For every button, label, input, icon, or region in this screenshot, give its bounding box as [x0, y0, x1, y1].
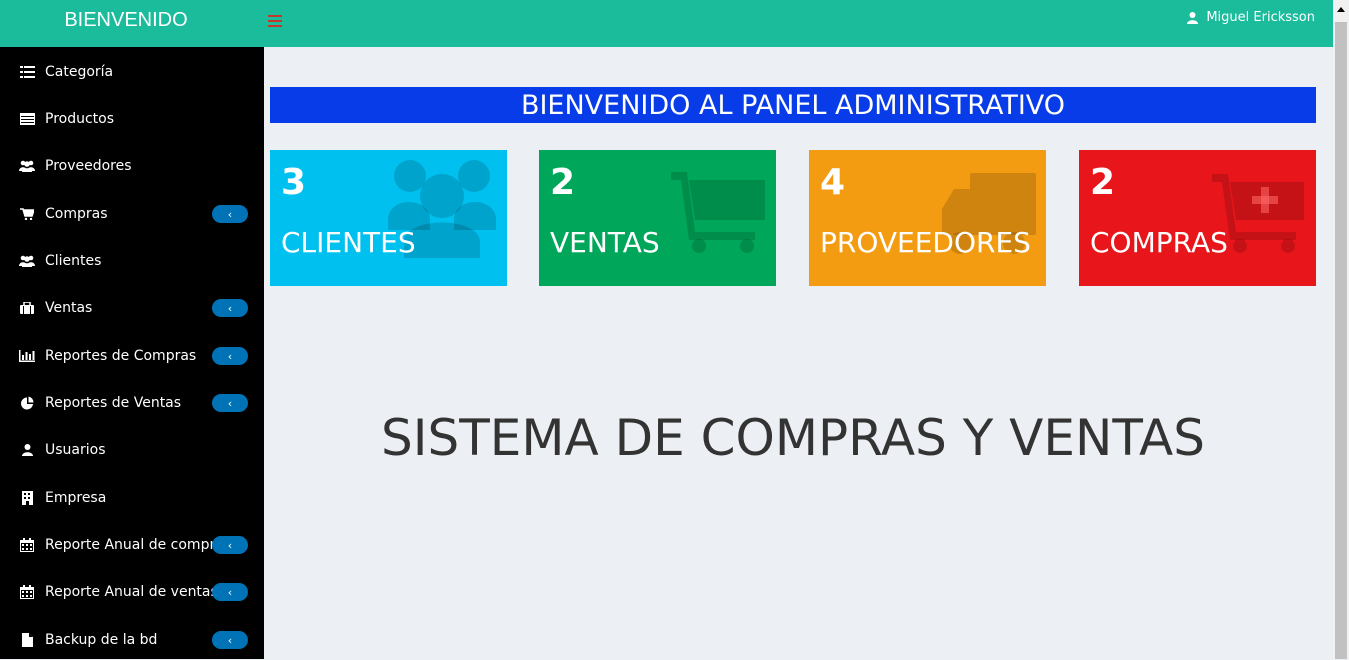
user-name: Miguel Ericksson [1206, 10, 1315, 25]
proveedores-label: PROVEEDORES [820, 226, 1031, 259]
building-icon [19, 490, 35, 506]
compras-count: 2 [1090, 162, 1116, 203]
cart-icon [671, 172, 765, 253]
sidebar-item-label: Clientes [45, 253, 102, 269]
compras-label: COMPRAS [1090, 226, 1228, 259]
clientes-label: CLIENTES [281, 226, 416, 259]
sidebar-item-categoria[interactable]: Categoría [0, 52, 264, 92]
ventas-label: VENTAS [550, 226, 660, 259]
sidebar-item-ventas[interactable]: Ventas ‹ [0, 288, 264, 328]
sidebar-item-label: Usuarios [45, 442, 106, 458]
expand-chevron-icon[interactable]: ‹ [212, 583, 248, 601]
sidebar-item-label: Categoría [45, 64, 114, 80]
stat-box-proveedores[interactable]: 4 PROVEEDORES [809, 150, 1046, 286]
sidebar-item-reporte-anual-compras[interactable]: Reporte Anual de compras ‹ [0, 525, 264, 565]
scrollbar-thumb[interactable] [1335, 22, 1347, 659]
expand-chevron-icon[interactable]: ‹ [212, 536, 248, 554]
sidebar-item-compras[interactable]: Compras ‹ [0, 194, 264, 234]
sidebar-item-reporte-anual-ventas[interactable]: Reporte Anual de ventas ‹ [0, 572, 264, 612]
briefcase-icon [19, 300, 35, 316]
vertical-scrollbar[interactable] [1333, 0, 1349, 659]
sidebar-toggle-icon[interactable] [268, 12, 282, 28]
user-menu[interactable]: Miguel Ericksson [1187, 10, 1315, 25]
stat-box-compras[interactable]: 2 COMPRAS [1079, 150, 1316, 286]
stat-box-clientes[interactable]: 3 CLIENTES [270, 150, 507, 286]
sidebar-item-label: Productos [45, 111, 115, 127]
sidebar-item-label: Backup de la bd [45, 632, 158, 648]
sidebar-item-label: Reportes de Ventas [45, 395, 182, 411]
stat-box-ventas[interactable]: 2 VENTAS [539, 150, 776, 286]
calendar-icon [19, 537, 35, 553]
sidebar-item-usuarios[interactable]: Usuarios [0, 430, 264, 470]
top-header: BIENVENIDO Miguel Ericksson [0, 0, 1333, 47]
sidebar-item-label: Empresa [45, 490, 107, 506]
cart-icon [19, 206, 35, 222]
clientes-count: 3 [281, 162, 307, 203]
sidebar-item-label: Reportes de Compras [45, 348, 197, 364]
file-icon [19, 632, 35, 648]
expand-chevron-icon[interactable]: ‹ [212, 299, 248, 317]
calendar-icon [19, 584, 35, 600]
sidebar-item-productos[interactable]: Productos [0, 99, 264, 139]
brand-text: BIENVENIDO [64, 8, 188, 31]
user-icon [1187, 11, 1199, 24]
sidebar-item-proveedores[interactable]: Proveedores [0, 146, 264, 186]
expand-chevron-icon[interactable]: ‹ [212, 347, 248, 365]
sidebar: Categoría Productos Proveedores Compras … [0, 47, 264, 659]
sidebar-item-label: Ventas [45, 300, 93, 316]
sidebar-item-clientes[interactable]: Clientes [0, 241, 264, 281]
sidebar-item-label: Compras [45, 206, 108, 222]
proveedores-count: 4 [820, 162, 846, 203]
sidebar-item-backup[interactable]: Backup de la bd ‹ [0, 620, 264, 660]
sidebar-item-label: Reporte Anual de ventas [45, 584, 218, 600]
ventas-count: 2 [550, 162, 576, 203]
sidebar-item-label: Proveedores [45, 158, 132, 174]
users-icon [19, 253, 35, 269]
brand-logo[interactable]: BIENVENIDO [0, 0, 252, 47]
scroll-up-arrow-icon[interactable] [1333, 0, 1349, 18]
sidebar-item-reportes-ventas[interactable]: Reportes de Ventas ‹ [0, 383, 264, 423]
bar-chart-icon [19, 348, 35, 364]
table-icon [19, 111, 35, 127]
main-content: BIENVENIDO AL PANEL ADMINISTRATIVO 3 CLI… [264, 47, 1333, 659]
page-title: SISTEMA DE COMPRAS Y VENTAS [381, 409, 1205, 467]
user-icon [19, 442, 35, 458]
expand-chevron-icon[interactable]: ‹ [212, 394, 248, 412]
welcome-banner: BIENVENIDO AL PANEL ADMINISTRATIVO [270, 87, 1316, 123]
sidebar-item-empresa[interactable]: Empresa [0, 478, 264, 518]
pie-chart-icon [19, 395, 35, 411]
expand-chevron-icon[interactable]: ‹ [212, 205, 248, 223]
expand-chevron-icon[interactable]: ‹ [212, 631, 248, 649]
sidebar-item-reportes-compras[interactable]: Reportes de Compras ‹ [0, 336, 264, 376]
list-icon [19, 64, 35, 80]
sidebar-item-label: Reporte Anual de compras [45, 537, 232, 553]
users-icon [19, 158, 35, 174]
